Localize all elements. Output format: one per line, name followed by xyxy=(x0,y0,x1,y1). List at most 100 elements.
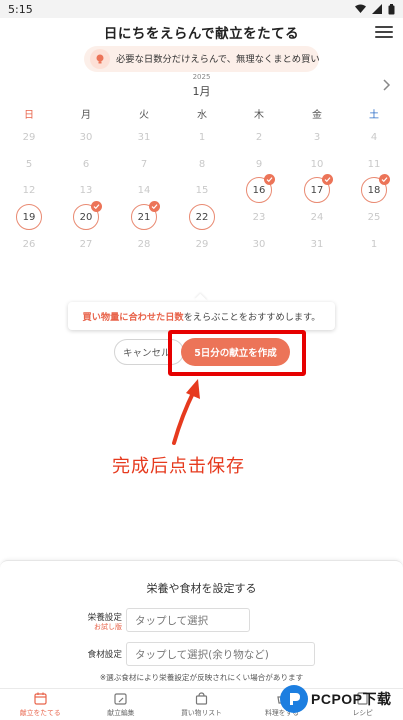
day-number: 23 xyxy=(252,211,266,223)
calendar-day-disabled: 25 xyxy=(361,204,387,230)
day-number: 25 xyxy=(367,211,381,223)
ingredient-select-field[interactable]: タップして選択(余り物など) xyxy=(126,642,315,666)
calendar-day-disabled: 1 xyxy=(189,124,215,150)
day-number: 30 xyxy=(79,131,93,143)
lightbulb-icon xyxy=(90,49,110,69)
wifi-icon xyxy=(355,4,366,13)
app-header: 日にちをえらんで献立をたてる xyxy=(0,18,403,46)
cancel-button[interactable]: キャンセル xyxy=(114,339,184,365)
weekday-label: 火 xyxy=(139,110,149,121)
calendar-day-disabled: 15 xyxy=(189,177,215,203)
recommendation-bubble: 買い物量に合わせた日数 をえらぶことをおすすめします。 xyxy=(68,302,335,330)
tab-label: 献立編集 xyxy=(107,709,135,717)
day-number: 21 xyxy=(137,211,151,223)
shopping-bag-icon xyxy=(195,692,208,705)
signal-icon xyxy=(372,4,382,14)
calendar-day-disabled: 7 xyxy=(131,151,157,177)
day-number: 1 xyxy=(370,238,378,250)
calendar-day-disabled: 31 xyxy=(304,231,330,257)
page-title: 日にちをえらんで献立をたてる xyxy=(103,26,300,42)
day-number: 31 xyxy=(310,238,324,250)
nutrition-select-field[interactable]: タップして選択 xyxy=(126,608,250,632)
day-number: 22 xyxy=(195,211,209,223)
weekday-label: 金 xyxy=(312,110,322,121)
calendar-day-selected[interactable]: 16 xyxy=(246,174,275,203)
calendar-day-disabled: 31 xyxy=(131,124,157,150)
tip-text: 必要な日数分だけえらんで、無理なくまとめ買い xyxy=(116,53,319,65)
calendar-day-selected[interactable]: 20 xyxy=(73,201,102,230)
day-number: 12 xyxy=(22,184,36,196)
day-number: 18 xyxy=(367,184,381,196)
day-number: 28 xyxy=(137,238,151,250)
calendar-day-disabled: 2 xyxy=(246,124,272,150)
tab-edit-menu[interactable]: 献立編集 xyxy=(81,689,162,720)
edit-calendar-icon xyxy=(114,693,127,705)
hamburger-menu-icon[interactable] xyxy=(375,24,393,40)
calendar-day-disabled: 8 xyxy=(189,151,215,177)
calendar-day-disabled: 13 xyxy=(73,177,99,203)
calendar-day-disabled: 29 xyxy=(16,124,42,150)
calendar-day-disabled: 3 xyxy=(304,124,330,150)
status-time: 5:15 xyxy=(8,2,33,16)
day-number: 13 xyxy=(79,184,93,196)
day-number: 29 xyxy=(195,238,209,250)
weekday-label: 木 xyxy=(254,110,264,121)
calendar-day-disabled: 23 xyxy=(246,204,272,230)
day-number: 14 xyxy=(137,184,151,196)
calendar-day-available[interactable]: 19 xyxy=(16,204,42,230)
day-number: 30 xyxy=(252,238,266,250)
calendar-day-available[interactable]: 22 xyxy=(189,204,215,230)
calendar-year: 2025 xyxy=(192,73,211,81)
ingredient-label: 食材設定 xyxy=(87,650,122,660)
create-menu-button[interactable]: 5日分の献立を作成 xyxy=(181,338,290,366)
calendar-day-disabled: 30 xyxy=(246,231,272,257)
annotation-arrow-icon xyxy=(172,379,200,445)
day-number: 1 xyxy=(198,131,206,143)
tab-label: 買い物リスト xyxy=(181,709,222,717)
day-number: 29 xyxy=(22,131,36,143)
calendar-day-disabled: 26 xyxy=(16,231,42,257)
weekday-label: 水 xyxy=(197,110,207,121)
calendar-day-selected[interactable]: 18 xyxy=(361,174,390,203)
check-icon xyxy=(322,174,333,185)
calendar-day-disabled: 12 xyxy=(16,177,42,203)
calendar-day-disabled: 27 xyxy=(73,231,99,257)
day-number: 8 xyxy=(198,158,206,170)
day-number: 15 xyxy=(195,184,209,196)
calendar-month: 1月 xyxy=(192,85,211,98)
calendar-day-disabled: 1 xyxy=(361,231,387,257)
day-number: 16 xyxy=(252,184,266,196)
settings-title: 栄養や食材を設定する xyxy=(146,582,257,595)
day-number: 10 xyxy=(310,158,324,170)
chevron-right-icon[interactable] xyxy=(379,78,393,92)
calendar-day-disabled: 28 xyxy=(131,231,157,257)
day-number: 26 xyxy=(22,238,36,250)
tab-label: 献立をたてる xyxy=(19,709,61,717)
recommendation-highlight: 買い物量に合わせた日数 xyxy=(82,312,184,323)
watermark-text: PCPOP下载 xyxy=(311,691,392,707)
settings-panel: 栄養や食材を設定する 栄養設定 お試し版 タップして選択 食材設定 タップして選… xyxy=(0,560,403,688)
calendar-day-disabled: 5 xyxy=(16,151,42,177)
weekday-label: 土 xyxy=(369,110,379,121)
day-number: 4 xyxy=(370,131,378,143)
calendar-icon xyxy=(34,692,47,705)
calendar-day-disabled: 24 xyxy=(304,204,330,230)
check-icon xyxy=(379,174,390,185)
calendar-day-selected[interactable]: 21 xyxy=(131,201,160,230)
day-number: 27 xyxy=(79,238,93,250)
tab-plan-menu[interactable]: 献立をたてる xyxy=(0,689,81,720)
day-number: 24 xyxy=(310,211,324,223)
calendar-day-selected[interactable]: 17 xyxy=(304,174,333,203)
day-number: 17 xyxy=(310,184,324,196)
check-icon xyxy=(264,174,275,185)
calendar-day-disabled: 30 xyxy=(73,124,99,150)
tab-shopping-list[interactable]: 買い物リスト xyxy=(161,689,242,720)
day-number: 3 xyxy=(313,131,321,143)
trial-badge: お試し版 xyxy=(94,623,122,631)
day-number: 31 xyxy=(137,131,151,143)
calendar-day-disabled: 29 xyxy=(189,231,215,257)
day-number: 7 xyxy=(140,158,148,170)
day-number: 20 xyxy=(79,211,93,223)
tip-banner: 必要な日数分だけえらんで、無理なくまとめ買い xyxy=(84,46,319,72)
day-number: 11 xyxy=(367,158,381,170)
